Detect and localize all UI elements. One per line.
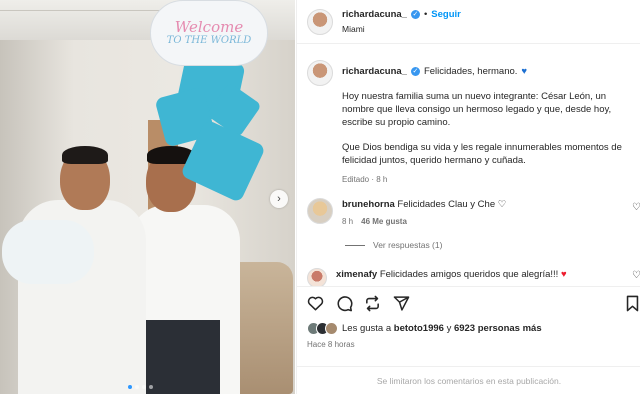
comment-text: Felicidades Clau y Che bbox=[397, 199, 496, 210]
like-comment-heart-icon[interactable]: ♡ bbox=[632, 202, 640, 213]
balloon-world-text: TO THE WORLD bbox=[166, 35, 252, 46]
separator: • bbox=[423, 9, 428, 20]
post-detail-pane: richardacuna_ ✓ • Seguir Miami richardac… bbox=[296, 0, 640, 394]
comment-likes[interactable]: 46 Me gusta bbox=[361, 215, 407, 228]
likes-middle: y bbox=[446, 323, 452, 334]
liker-avatar bbox=[325, 322, 338, 335]
liker-username[interactable]: betoto1996 bbox=[394, 323, 444, 334]
replies-line bbox=[345, 244, 365, 246]
comments-limited-notice: Se limitaron los comentarios en esta pub… bbox=[297, 366, 640, 394]
welcome-balloon: Welcome TO THE WORLD bbox=[150, 0, 268, 66]
view-replies-label: Ver respuestas (1) bbox=[373, 240, 443, 250]
carousel-dot bbox=[135, 385, 139, 389]
baby-blanket bbox=[2, 220, 94, 284]
man-right-pants bbox=[140, 320, 220, 394]
verified-badge-icon: ✓ bbox=[410, 67, 420, 76]
man-left-hair bbox=[62, 146, 108, 164]
caption-username[interactable]: richardacuna_ bbox=[342, 65, 407, 78]
like-comment-heart-icon[interactable]: ♡ bbox=[632, 270, 640, 281]
caption-paragraph: Que Dios bendiga su vida y les regale in… bbox=[342, 142, 622, 166]
balloon-welcome-text: Welcome bbox=[174, 18, 244, 36]
chevron-right-icon[interactable]: › bbox=[270, 190, 288, 208]
blue-heart-emoji-icon: ♥ bbox=[521, 66, 528, 77]
caption-paragraph: Hoy nuestra familia suma un nuevo integr… bbox=[342, 91, 612, 128]
view-replies-button[interactable]: Ver respuestas (1) bbox=[345, 240, 442, 250]
caption-first-line: Felicidades, hermano. bbox=[423, 66, 518, 77]
comment-text: Felicidades amigos queridos que alegría!… bbox=[379, 269, 559, 280]
repost-icon[interactable] bbox=[362, 293, 382, 313]
caption: richardacuna_ ✓ Felicidades, hermano. ♥ … bbox=[307, 60, 640, 186]
post-header: richardacuna_ ✓ • Seguir Miami bbox=[297, 0, 640, 44]
caption-meta: Editado · 8 h bbox=[342, 175, 388, 184]
carousel-dot bbox=[142, 385, 146, 389]
avatar[interactable] bbox=[307, 268, 327, 286]
comment-item: brunehorna Felicidades Clau y Che ♡ 8 h … bbox=[307, 198, 640, 228]
location-link[interactable]: Miami bbox=[342, 24, 461, 34]
heart-icon[interactable] bbox=[305, 293, 325, 313]
red-heart-emoji-icon: ♥ bbox=[560, 269, 567, 280]
comment-username[interactable]: brunehorna bbox=[342, 199, 395, 210]
carousel-dot bbox=[128, 385, 132, 389]
comment-time[interactable]: 8 h bbox=[342, 215, 353, 228]
likes-prefix: Les gusta a bbox=[342, 323, 392, 334]
bookmark-icon[interactable] bbox=[622, 293, 640, 313]
comment-item: ximenafy Felicidades amigos queridos que… bbox=[307, 268, 640, 286]
follow-button[interactable]: Seguir bbox=[431, 9, 461, 20]
avatar[interactable] bbox=[307, 8, 333, 35]
carousel-dot bbox=[149, 385, 153, 389]
likes-summary: Les gusta a betoto1996 y 6923 personas m… bbox=[307, 322, 542, 335]
likes-count[interactable]: 6923 personas más bbox=[454, 323, 542, 334]
post-timestamp[interactable]: Hace 8 horas bbox=[307, 340, 355, 349]
heart-outline-icon: ♡ bbox=[497, 199, 507, 210]
post-photo[interactable]: Welcome TO THE WORLD › bbox=[0, 0, 295, 394]
avatar[interactable] bbox=[307, 60, 333, 86]
verified-badge-icon: ✓ bbox=[410, 10, 420, 19]
comments-section[interactable]: richardacuna_ ✓ Felicidades, hermano. ♥ … bbox=[297, 44, 640, 286]
carousel-dots bbox=[128, 385, 153, 389]
header-username[interactable]: richardacuna_ bbox=[342, 9, 407, 20]
avatar[interactable] bbox=[307, 198, 333, 224]
comment-username[interactable]: ximenafy bbox=[336, 269, 377, 280]
comment-icon[interactable] bbox=[334, 293, 354, 313]
action-bar bbox=[297, 286, 640, 320]
share-icon[interactable] bbox=[391, 293, 411, 313]
